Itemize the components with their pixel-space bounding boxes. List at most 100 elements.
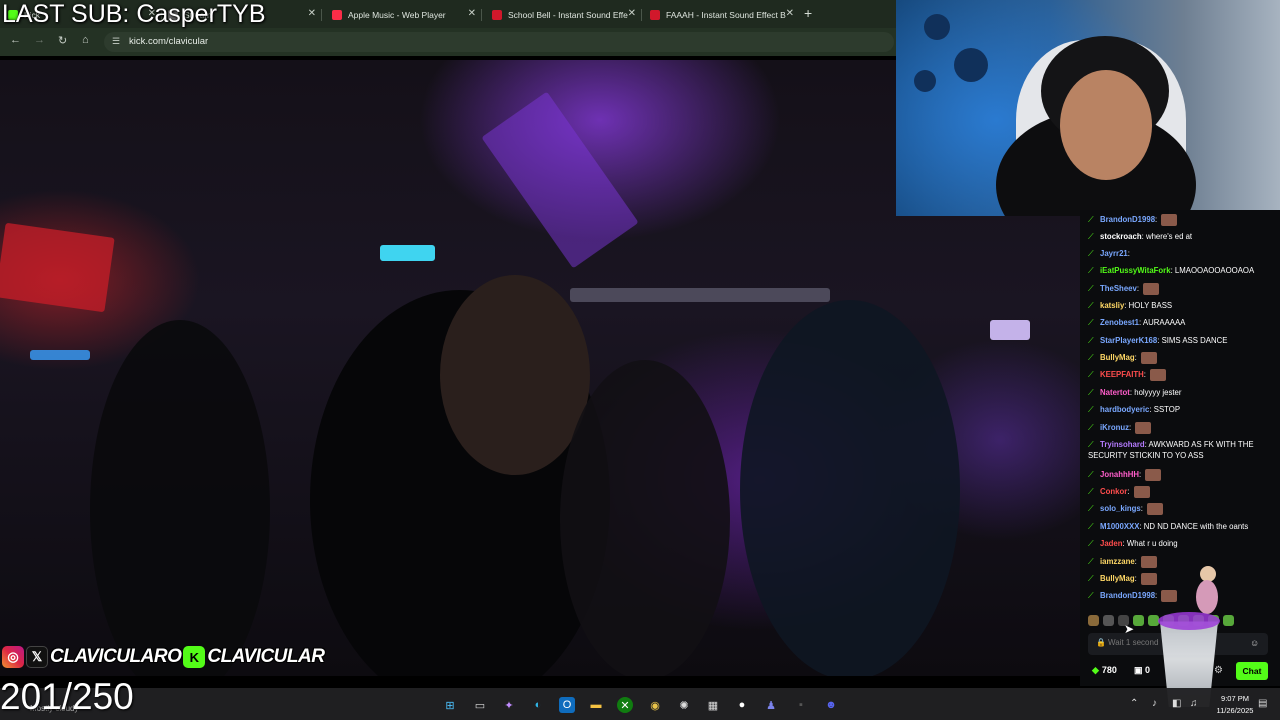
chat-username[interactable]: iEatPussyWitaFork xyxy=(1100,266,1171,275)
chat-username[interactable]: stockroach xyxy=(1100,232,1142,241)
forward-icon[interactable]: → xyxy=(34,34,45,46)
chat-username[interactable]: hardbodyeric xyxy=(1100,405,1149,414)
microphone-icon[interactable]: ♪ xyxy=(1152,698,1157,709)
chat-username[interactable]: BrandonD1998 xyxy=(1100,215,1155,224)
emote-icon[interactable] xyxy=(1133,615,1144,626)
chat-message: ⟋ iamzzane: xyxy=(1088,556,1278,568)
url-text[interactable]: kick.com/clavicular xyxy=(129,36,208,47)
tab-apple-music[interactable]: Apple Music - Web Player ✕ xyxy=(324,4,482,26)
chat-send-button[interactable]: Chat xyxy=(1236,662,1268,680)
chat-username[interactable]: iamzzane xyxy=(1100,557,1135,566)
chat-emote-icon xyxy=(1141,352,1157,364)
sub-badge-icon: ⟋ xyxy=(1088,301,1094,310)
notification-icon[interactable]: ▤ xyxy=(1258,698,1267,709)
close-icon[interactable]: ✕ xyxy=(308,8,316,19)
chat-username[interactable]: Conkor xyxy=(1100,487,1127,496)
sub-badge-icon: ⟋ xyxy=(1088,423,1094,433)
home-icon[interactable]: ⌂ xyxy=(82,34,89,46)
chat-separator: : xyxy=(1155,591,1160,601)
chat-username[interactable]: Tryinsohard xyxy=(1100,440,1145,449)
address-field[interactable] xyxy=(104,32,894,52)
chat-separator: : xyxy=(1140,504,1146,514)
chat-username[interactable]: katsliy xyxy=(1100,301,1124,310)
chat-username[interactable]: StarPlayerK168 xyxy=(1100,336,1157,345)
copilot-icon[interactable]: ✦ xyxy=(501,697,517,713)
sound-favicon-icon xyxy=(650,10,660,20)
site-info-icon[interactable]: ☰ xyxy=(112,36,120,47)
chat-username[interactable]: iKronuz xyxy=(1100,423,1129,432)
gift-count[interactable]: ▣ 0 xyxy=(1134,665,1150,676)
sub-badge-icon: ⟋ xyxy=(1088,318,1094,327)
close-icon[interactable]: ✕ xyxy=(468,8,476,19)
chat-username[interactable]: KEEPFAITH xyxy=(1100,370,1144,379)
volume-icon[interactable]: ♫ xyxy=(1190,698,1198,709)
social-handle: CLAVICULARO xyxy=(50,646,182,667)
chat-username[interactable]: M1000XXX xyxy=(1100,522,1139,531)
tab-school-bell[interactable]: School Bell - Instant Sound Effe ✕ xyxy=(484,4,642,26)
chat-message: ⟋ Zenobest1: AURAAAAA xyxy=(1088,317,1278,328)
sub-badge-icon: ⟋ xyxy=(1088,405,1094,414)
xbox-icon[interactable]: ✕ xyxy=(617,697,633,713)
chat-emote-icon xyxy=(1150,369,1167,381)
chat-username[interactable]: BullyMag xyxy=(1100,353,1135,362)
emote-picker-icon[interactable]: ☺ xyxy=(1250,638,1259,648)
close-icon[interactable]: ✕ xyxy=(628,8,636,19)
chat-message: ⟋ BrandonD1998: xyxy=(1088,214,1278,226)
chat-message: ⟋ hardbodyeric: SSTOP xyxy=(1088,404,1278,415)
chat-username[interactable]: JonahhHH xyxy=(1100,470,1139,479)
task-view-icon[interactable]: ▭ xyxy=(472,697,488,713)
chat-separator: : xyxy=(1134,557,1140,567)
clock-date[interactable]: 11/26/2025 xyxy=(1208,706,1262,715)
chat-username[interactable]: Zenobest1 xyxy=(1100,318,1139,327)
alien-icon[interactable]: ● xyxy=(734,697,750,713)
sub-badge-icon: ⟋ xyxy=(1088,249,1094,258)
person-center xyxy=(560,360,730,676)
app-icon[interactable]: ✺ xyxy=(676,697,692,713)
network-icon[interactable]: ◧ xyxy=(1172,698,1181,709)
chat-emote-icon xyxy=(1161,590,1178,602)
gear-icon[interactable]: ⚙ xyxy=(1214,665,1223,676)
windows-start-icon[interactable]: ⊞ xyxy=(442,697,458,713)
app-icon-dim[interactable]: ▪ xyxy=(793,697,809,713)
chat-username[interactable]: BrandonD1998 xyxy=(1100,591,1155,600)
chat-username[interactable]: Jayrr21 xyxy=(1100,249,1128,258)
cup-drink xyxy=(1158,612,1220,630)
close-icon[interactable]: ✕ xyxy=(786,8,794,19)
chat-username[interactable]: Natertot xyxy=(1100,388,1130,397)
chrome-icon[interactable]: ◉ xyxy=(647,697,663,713)
chevron-up-icon[interactable]: ⌃ xyxy=(1130,698,1138,709)
chat-message: ⟋ BullyMag: xyxy=(1088,573,1278,585)
file-explorer-icon[interactable]: ▬ xyxy=(588,697,604,713)
channel-points[interactable]: ◆ 780 xyxy=(1092,665,1117,676)
store-icon[interactable]: ▦ xyxy=(705,697,721,713)
cyan-light xyxy=(380,245,435,261)
outlook-icon[interactable]: O xyxy=(559,697,575,713)
edge-icon[interactable]: ◐ xyxy=(530,697,546,713)
clock-time[interactable]: 9:07 PM xyxy=(1210,694,1260,703)
chat-emote-icon xyxy=(1161,214,1178,226)
sub-badge-icon: ⟋ xyxy=(1088,470,1094,480)
emote-icon[interactable] xyxy=(1103,615,1114,626)
sub-badge-icon: ⟋ xyxy=(1088,232,1094,241)
chat-username[interactable]: BullyMag xyxy=(1100,574,1135,583)
chat-username[interactable]: TheSheev xyxy=(1100,284,1137,293)
sub-badge-icon: ⟋ xyxy=(1088,522,1094,531)
teams-icon[interactable]: ♟ xyxy=(763,697,779,713)
tab-faaah[interactable]: FAAAH - Instant Sound Effect B ✕ xyxy=(642,4,798,26)
chat-username[interactable]: solo_kings xyxy=(1100,504,1141,513)
discord-icon[interactable]: ☻ xyxy=(823,697,839,713)
purple-light xyxy=(481,91,639,269)
chat-emote-icon xyxy=(1147,503,1164,515)
chat-emote-icon xyxy=(1143,283,1160,295)
sound-favicon-icon xyxy=(492,10,502,20)
lock-icon: 🔒 xyxy=(1096,638,1106,647)
new-tab-button[interactable]: + xyxy=(804,5,812,21)
back-icon[interactable]: ← xyxy=(10,34,21,46)
emote-icon[interactable] xyxy=(1223,615,1234,626)
chat-username[interactable]: Jaden xyxy=(1100,539,1123,548)
reload-icon[interactable]: ↻ xyxy=(58,34,67,47)
gift-icon: ▣ xyxy=(1134,665,1146,675)
gear-decoration-icon xyxy=(954,48,988,82)
emote-icon[interactable] xyxy=(1088,615,1099,626)
chat-separator: : xyxy=(1134,574,1139,584)
